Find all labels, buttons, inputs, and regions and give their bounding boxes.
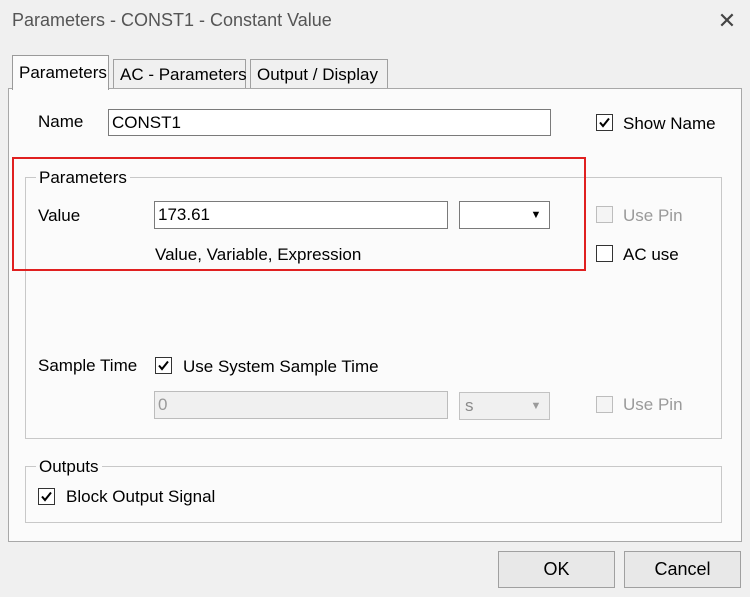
parameters-group-title: Parameters [36,168,130,188]
tab-parameters[interactable]: Parameters [12,55,109,90]
use-pin-checkbox[interactable] [596,206,613,223]
checkmark-icon [599,117,610,128]
sample-time-unit-selected: s [465,396,474,415]
ok-button[interactable]: OK [498,551,615,588]
sample-time-label: Sample Time [38,356,138,375]
value-hint: Value, Variable, Expression [155,245,362,264]
close-icon[interactable]: ✕ [712,6,742,36]
sample-use-pin-label: Use Pin [623,395,683,414]
chevron-down-icon: ▼ [530,209,542,221]
show-name-label: Show Name [623,114,716,133]
chevron-down-icon: ▼ [530,400,542,412]
use-pin-label: Use Pin [623,206,683,225]
name-label: Name [38,112,84,131]
name-input[interactable]: CONST1 [108,109,551,136]
ac-use-label: AC use [623,245,679,264]
value-unit-dropdown[interactable]: ▼ [459,201,550,229]
checkmark-icon [41,491,52,502]
block-output-signal-label: Block Output Signal [66,487,216,506]
outputs-group-title: Outputs [36,457,102,477]
value-label: Value [38,206,81,225]
sample-time-unit-dropdown[interactable]: s ▼ [459,392,550,420]
sample-time-input[interactable]: 0 [154,391,448,419]
window-title: Parameters - CONST1 - Constant Value [12,10,332,30]
tab-output-display[interactable]: Output / Display [250,59,388,89]
tab-ac-parameters[interactable]: AC - Parameters [113,59,247,89]
block-output-signal-checkbox[interactable] [38,488,55,505]
value-input[interactable]: 173.61 [154,201,448,229]
use-system-sample-time-checkbox[interactable] [155,357,172,374]
cancel-button[interactable]: Cancel [624,551,741,588]
ac-use-checkbox[interactable] [596,245,613,262]
show-name-checkbox[interactable] [596,114,613,131]
use-system-sample-time-label: Use System Sample Time [183,357,379,376]
checkmark-icon [158,360,169,371]
sample-use-pin-checkbox[interactable] [596,396,613,413]
